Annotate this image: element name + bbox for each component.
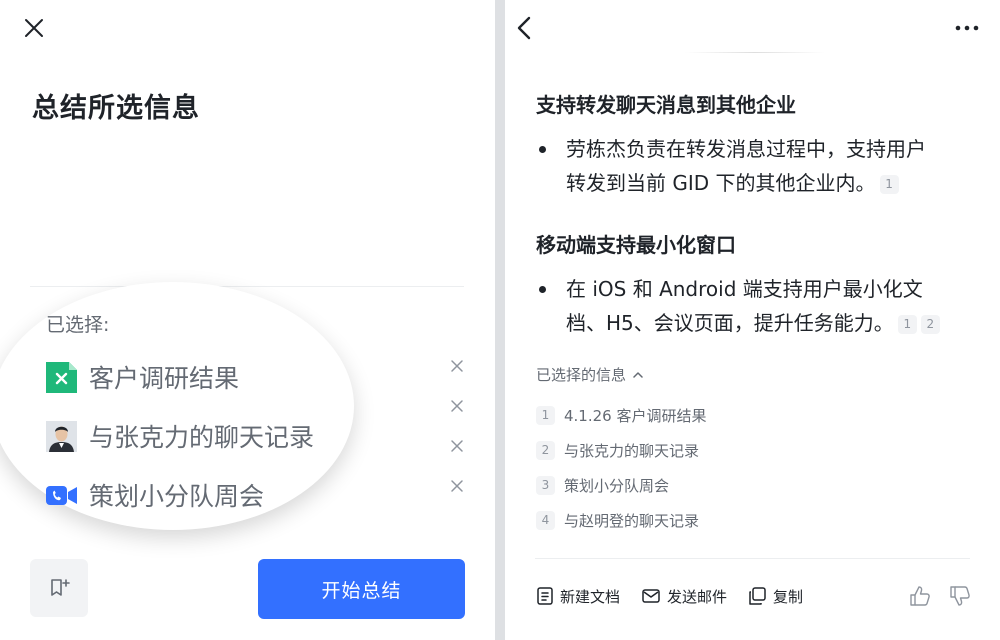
source-number: 3 — [536, 475, 555, 495]
bullet-text-line: 档、H5、会议页面，提升任务能力。 1 2 — [535, 306, 965, 340]
selected-item-label: 与张克力的聊天记录 — [89, 423, 315, 452]
selected-item-label: 客户调研结果 — [89, 364, 240, 393]
selected-info-toggle[interactable]: 已选择的信息 — [536, 364, 644, 385]
copy-icon — [749, 587, 766, 605]
doc-icon — [46, 361, 77, 393]
document-icon — [537, 587, 553, 605]
send-mail-label: 发送邮件 — [667, 587, 728, 606]
source-item[interactable]: 1 4.1.26 客户调研结果 — [536, 404, 706, 426]
section-title: 移动端支持最小化窗口 — [536, 233, 736, 257]
remove-item-icon[interactable] — [449, 478, 465, 494]
page-title: 总结所选信息 — [32, 93, 200, 124]
thumbs-down-icon[interactable] — [949, 584, 971, 608]
source-label: 与赵明登的聊天记录 — [564, 511, 700, 530]
bullet-dot — [539, 146, 546, 153]
summary-bullet: 在 iOS 和 Android 端支持用户最小化文 档、H5、会议页面，提升任务… — [535, 272, 965, 340]
panel-separator — [495, 0, 505, 640]
new-doc-button[interactable]: 新建文档 — [536, 585, 620, 607]
citation-ref[interactable]: 2 — [920, 315, 940, 334]
summary-setup-panel: 总结所选信息 已选择: 客户调研结果 与张克力的聊天记录 策划小分队周会 开始总… — [0, 0, 495, 640]
copy-label: 复制 — [773, 587, 804, 606]
add-selection-icon — [51, 579, 70, 596]
avatar — [46, 420, 77, 452]
mail-icon — [642, 589, 660, 603]
bullet-text-line: 转发到当前 GID 下的其他企业内。 1 — [535, 166, 965, 200]
remove-item-icon[interactable] — [449, 398, 465, 414]
divider — [535, 558, 970, 559]
selected-item-customer-research[interactable]: 客户调研结果 — [46, 359, 239, 395]
divider — [30, 286, 464, 287]
remove-item-icon[interactable] — [449, 438, 465, 454]
source-item[interactable]: 2 与张克力的聊天记录 — [536, 439, 699, 461]
source-number: 1 — [536, 405, 555, 425]
selected-item-label: 策划小分队周会 — [89, 482, 265, 511]
thumbs-up-icon[interactable] — [909, 584, 931, 608]
source-label: 策划小分队周会 — [564, 476, 670, 495]
source-number: 2 — [536, 440, 555, 460]
video-meeting-icon — [46, 480, 77, 511]
chevron-up-icon — [633, 371, 643, 378]
source-item[interactable]: 3 策划小分队周会 — [536, 474, 669, 496]
citation-ref[interactable]: 1 — [879, 175, 899, 194]
scroll-fade-divider — [685, 52, 825, 53]
selected-info-label: 已选择的信息 — [536, 366, 627, 384]
section-title: 支持转发聊天消息到其他企业 — [536, 93, 796, 117]
citation-ref[interactable]: 1 — [897, 315, 917, 334]
more-icon[interactable] — [953, 18, 981, 38]
summary-bullet: 劳栋杰负责在转发消息过程中，支持用户 转发到当前 GID 下的其他企业内。 1 — [535, 132, 965, 200]
bullet-text-line: 在 iOS 和 Android 端支持用户最小化文 — [566, 277, 923, 301]
close-icon[interactable] — [20, 14, 48, 42]
source-label: 4.1.26 客户调研结果 — [564, 406, 707, 425]
source-number: 4 — [536, 510, 555, 530]
add-selection-button[interactable] — [30, 559, 88, 617]
remove-item-icon[interactable] — [449, 358, 465, 374]
copy-button[interactable]: 复制 — [747, 585, 803, 607]
source-item[interactable]: 4 与赵明登的聊天记录 — [536, 509, 699, 531]
source-label: 与张克力的聊天记录 — [564, 441, 700, 460]
selected-item-chat-zhang[interactable]: 与张克力的聊天记录 — [46, 418, 314, 454]
selected-label: 已选择: — [46, 314, 110, 336]
back-icon[interactable] — [513, 14, 537, 42]
bullet-dot — [539, 286, 546, 293]
start-summary-button[interactable]: 开始总结 — [258, 559, 465, 619]
new-doc-label: 新建文档 — [560, 587, 621, 606]
send-mail-button[interactable]: 发送邮件 — [641, 585, 727, 607]
selected-item-planning-meeting[interactable]: 策划小分队周会 — [46, 477, 264, 513]
bullet-text: 档、H5、会议页面，提升任务能力。 — [566, 311, 894, 335]
bullet-text-line: 劳栋杰负责在转发消息过程中，支持用户 — [566, 137, 926, 161]
summary-result-panel: 支持转发聊天消息到其他企业 劳栋杰负责在转发消息过程中，支持用户 转发到当前 G… — [505, 0, 1000, 640]
app-root: 总结所选信息 已选择: 客户调研结果 与张克力的聊天记录 策划小分队周会 开始总… — [0, 0, 1000, 640]
bullet-text: 转发到当前 GID 下的其他企业内。 — [566, 171, 876, 195]
